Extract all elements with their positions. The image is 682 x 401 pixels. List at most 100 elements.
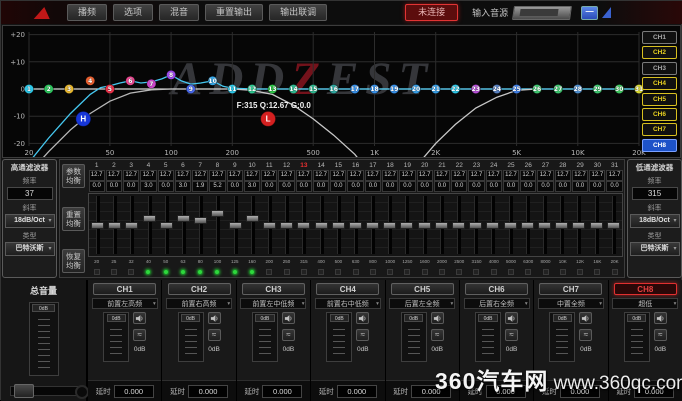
- graph-channel-button-ch4[interactable]: CH4: [642, 77, 677, 90]
- eq-gain-value[interactable]: 3.0: [175, 181, 191, 192]
- mute-button[interactable]: [654, 312, 667, 324]
- filter-handle-L[interactable]: L: [261, 111, 276, 126]
- eq-point-14[interactable]: 14: [289, 84, 298, 93]
- slider-thumb[interactable]: [194, 217, 207, 224]
- eq-point-30[interactable]: 30: [615, 84, 624, 93]
- eq-slider-band-5[interactable]: [158, 194, 175, 256]
- eq-point-12[interactable]: 12: [247, 84, 256, 93]
- eq-band-led[interactable]: [594, 269, 600, 275]
- hpf-type-dropdown[interactable]: 巴特沃斯: [5, 242, 55, 256]
- eq-q-value[interactable]: 12.7: [89, 170, 105, 181]
- delay-value[interactable]: 0.000: [188, 385, 228, 398]
- eq-q-value[interactable]: 12.7: [503, 170, 519, 181]
- lpf-type-dropdown[interactable]: 巴特沃斯: [630, 242, 680, 256]
- connect-status-button[interactable]: 未连接: [405, 4, 458, 21]
- graph-channel-button-ch3[interactable]: CH3: [642, 62, 677, 75]
- eq-gain-value[interactable]: 0.0: [451, 181, 467, 192]
- eq-point-25[interactable]: 25: [512, 84, 521, 93]
- eq-point-9[interactable]: 9: [186, 84, 195, 93]
- master-volume-meter[interactable]: 0dB: [29, 302, 59, 376]
- eq-band-led[interactable]: [249, 269, 255, 275]
- graph-channel-button-ch6[interactable]: CH6: [642, 108, 677, 121]
- eq-gain-value[interactable]: 0.0: [89, 181, 105, 192]
- eq-point-27[interactable]: 27: [554, 84, 563, 93]
- menu-button-4[interactable]: 重置输出: [205, 4, 263, 21]
- eq-point-19[interactable]: 19: [390, 84, 399, 93]
- eq-band-led[interactable]: [318, 269, 324, 275]
- eq-band-led[interactable]: [284, 269, 290, 275]
- speaker-assign-dropdown[interactable]: 前置右高频: [166, 298, 232, 309]
- eq-gain-value[interactable]: 0.0: [572, 181, 588, 192]
- slider-thumb[interactable]: [521, 222, 534, 229]
- lpf-frequency-value[interactable]: 315: [632, 187, 678, 200]
- speaker-assign-dropdown[interactable]: 前置右中低频: [315, 298, 381, 309]
- eq-band-led[interactable]: [543, 269, 549, 275]
- slider-thumb[interactable]: [211, 210, 224, 217]
- slider-thumb[interactable]: [469, 222, 482, 229]
- eq-point-18[interactable]: 18: [370, 84, 379, 93]
- slider-thumb[interactable]: [91, 222, 104, 229]
- eq-point-8[interactable]: 8: [167, 70, 176, 79]
- eq-gain-value[interactable]: 1.9: [192, 181, 208, 192]
- window-control-icon[interactable]: [602, 7, 611, 18]
- eq-q-value[interactable]: 12.7: [123, 170, 139, 181]
- eq-slider-band-3[interactable]: [123, 194, 140, 256]
- eq-band-led[interactable]: [439, 269, 445, 275]
- eq-band-led[interactable]: [214, 269, 220, 275]
- eq-point-28[interactable]: 28: [573, 84, 582, 93]
- channel-header-button[interactable]: CH1: [93, 283, 156, 295]
- eq-point-23[interactable]: 23: [471, 84, 480, 93]
- eq-band-led[interactable]: [370, 269, 376, 275]
- eq-q-value[interactable]: 12.7: [451, 170, 467, 181]
- eq-slider-band-9[interactable]: [227, 194, 244, 256]
- graph-channel-button-ch1[interactable]: CH1: [642, 31, 677, 44]
- eq-band-led[interactable]: [353, 269, 359, 275]
- eq-q-value[interactable]: 12.7: [589, 170, 605, 181]
- eq-gain-value[interactable]: 0.0: [261, 181, 277, 192]
- channel-level-slider[interactable]: 0dB: [103, 312, 129, 362]
- eq-q-value[interactable]: 12.7: [158, 170, 174, 181]
- eq-band-led[interactable]: [456, 269, 462, 275]
- eq-q-value[interactable]: 12.7: [175, 170, 191, 181]
- eq-function-button-3[interactable]: 恢复均衡: [62, 249, 85, 273]
- eq-slider-band-17[interactable]: [364, 194, 381, 256]
- eq-function-button-2[interactable]: 重置均衡: [62, 207, 85, 231]
- speaker-assign-dropdown[interactable]: 超低: [612, 298, 678, 309]
- eq-q-value[interactable]: 12.7: [399, 170, 415, 181]
- eq-slider-band-26[interactable]: [519, 194, 536, 256]
- eq-gain-value[interactable]: 0.0: [347, 181, 363, 192]
- eq-gain-value[interactable]: 0.0: [503, 181, 519, 192]
- eq-slider-band-1[interactable]: [89, 194, 106, 256]
- channel-header-button[interactable]: CH4: [316, 283, 379, 295]
- channel-header-button[interactable]: CH7: [539, 283, 602, 295]
- phase-button[interactable]: ≈: [654, 329, 667, 341]
- eq-band-led[interactable]: [266, 269, 272, 275]
- eq-q-value[interactable]: 12.7: [606, 170, 622, 181]
- phase-button[interactable]: ≈: [133, 329, 146, 341]
- eq-band-led[interactable]: [404, 269, 410, 275]
- mute-button[interactable]: [431, 312, 444, 324]
- eq-q-value[interactable]: 12.7: [537, 170, 553, 181]
- eq-gain-value[interactable]: 0.0: [123, 181, 139, 192]
- eq-band-led[interactable]: [180, 269, 186, 275]
- eq-gain-value[interactable]: 3.0: [244, 181, 260, 192]
- slider-thumb[interactable]: [349, 222, 362, 229]
- slider-thumb[interactable]: [555, 222, 568, 229]
- slider-thumb[interactable]: [504, 222, 517, 229]
- eq-slider-band-22[interactable]: [450, 194, 467, 256]
- slider-thumb[interactable]: [263, 222, 276, 229]
- eq-q-value[interactable]: 12.7: [106, 170, 122, 181]
- eq-slider-band-29[interactable]: [570, 194, 587, 256]
- eq-band-led[interactable]: [422, 269, 428, 275]
- eq-slider-band-28[interactable]: [553, 194, 570, 256]
- eq-q-value[interactable]: 12.7: [555, 170, 571, 181]
- eq-q-value[interactable]: 12.7: [417, 170, 433, 181]
- eq-band-led[interactable]: [145, 269, 151, 275]
- mute-button[interactable]: [579, 312, 592, 324]
- slider-thumb[interactable]: [315, 222, 328, 229]
- slider-thumb[interactable]: [607, 222, 620, 229]
- eq-q-value[interactable]: 12.7: [209, 170, 225, 181]
- eq-slider-band-30[interactable]: [587, 194, 604, 256]
- eq-slider-band-8[interactable]: [209, 194, 226, 256]
- speaker-assign-dropdown[interactable]: 前置左高频: [92, 298, 158, 309]
